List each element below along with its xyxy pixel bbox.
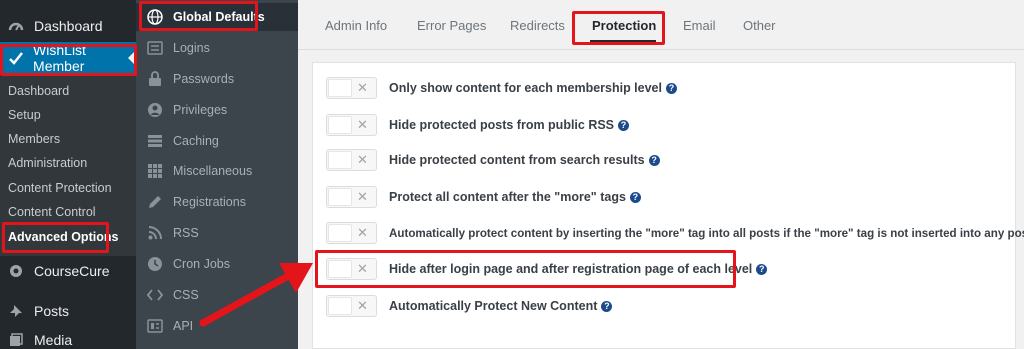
menu-dashboard-label: Dashboard xyxy=(34,18,103,34)
user-icon xyxy=(146,101,164,119)
option-label: Hide protected content from search resul… xyxy=(389,153,660,167)
option-text: Only show content for each membership le… xyxy=(389,81,662,95)
menu-media-label: Media xyxy=(34,332,73,348)
grid-icon xyxy=(146,162,164,180)
submenu-content-protection[interactable]: Content Protection xyxy=(8,179,112,197)
help-icon[interactable]: ? xyxy=(618,120,630,132)
menu-dashboard[interactable]: Dashboard xyxy=(0,11,136,41)
nav-registrations[interactable]: Registrations xyxy=(136,188,298,216)
option-label: Hide protected posts from public RSS? xyxy=(389,118,630,132)
menu-posts[interactable]: Posts xyxy=(0,296,136,326)
option-row: ✕ Protect all content after the "more" t… xyxy=(326,184,641,210)
tab-email[interactable]: Email xyxy=(683,18,716,38)
dashboard-icon xyxy=(6,16,26,36)
nav-label: Privileges xyxy=(173,103,228,117)
toggle-knob xyxy=(328,116,352,134)
submenu-content-control[interactable]: Content Control xyxy=(8,203,96,221)
option-text: Hide protected content from search resul… xyxy=(389,153,645,167)
pencil-icon xyxy=(146,193,164,211)
nav-label: Miscellaneous xyxy=(173,164,253,178)
option-row: ✕ Automatically protect content by inser… xyxy=(326,220,1024,246)
help-icon[interactable]: ? xyxy=(648,155,660,167)
nav-label: Caching xyxy=(173,134,219,148)
toggle-off-icon: ✕ xyxy=(357,225,368,240)
pushpin-icon xyxy=(6,301,26,321)
option-label: Protect all content after the "more" tag… xyxy=(389,190,641,204)
rss-icon xyxy=(146,224,164,242)
tab-other[interactable]: Other xyxy=(743,18,776,38)
login-icon xyxy=(146,39,164,57)
option-row: ✕ Hide protected posts from public RSS? xyxy=(326,112,630,138)
toggle-off-icon: ✕ xyxy=(357,80,368,95)
option-label: Only show content for each membership le… xyxy=(389,81,677,95)
toggle-knob xyxy=(328,188,352,206)
nav-label: Registrations xyxy=(173,195,246,209)
toggle-off-icon: ✕ xyxy=(357,189,368,204)
nav-label: Logins xyxy=(173,41,210,55)
option-text: Hide protected posts from public RSS xyxy=(389,118,615,132)
toggle-knob xyxy=(328,224,352,242)
option-row: ✕ Hide protected content from search res… xyxy=(326,147,660,173)
option-label: Automatically protect content by inserti… xyxy=(389,227,1024,240)
database-icon xyxy=(146,132,164,150)
submenu-setup[interactable]: Setup xyxy=(8,106,41,124)
option-text: Automatically Protect New Content xyxy=(389,299,598,313)
toggle-off-icon: ✕ xyxy=(357,117,368,132)
help-icon[interactable]: ? xyxy=(601,301,613,313)
coursecure-icon xyxy=(6,261,26,281)
nav-rss[interactable]: RSS xyxy=(136,219,298,247)
code-icon xyxy=(146,286,164,304)
nav-logins[interactable]: Logins xyxy=(136,34,298,62)
nav-passwords[interactable]: Passwords xyxy=(136,65,298,93)
submenu-administration[interactable]: Administration xyxy=(8,154,87,172)
tab-error-pages[interactable]: Error Pages xyxy=(417,18,486,38)
nav-label: RSS xyxy=(173,226,199,240)
clock-icon xyxy=(146,255,164,273)
nav-caching[interactable]: Caching xyxy=(136,127,298,155)
menu-coursecure[interactable]: CourseCure xyxy=(0,256,136,286)
pointer-arrow-icon xyxy=(199,263,313,327)
nav-label: Passwords xyxy=(173,72,235,86)
toggle-knob xyxy=(328,297,352,315)
option-toggle[interactable]: ✕ xyxy=(326,114,377,136)
option-text: Protect all content after the "more" tag… xyxy=(389,190,626,204)
option-toggle[interactable]: ✕ xyxy=(326,77,377,99)
menu-media[interactable]: Media xyxy=(0,325,136,349)
option-row: ✕ Only show content for each membership … xyxy=(326,75,677,101)
option-toggle[interactable]: ✕ xyxy=(326,149,377,171)
toggle-knob xyxy=(328,151,352,169)
option-text: Automatically protect content by inserti… xyxy=(389,226,1024,240)
option-toggle[interactable]: ✕ xyxy=(326,222,377,244)
highlight-advanced-options xyxy=(2,222,109,253)
option-toggle[interactable]: ✕ xyxy=(326,186,377,208)
menu-coursecure-label: CourseCure xyxy=(34,263,110,279)
highlight-global-defaults xyxy=(139,1,258,31)
submenu-members[interactable]: Members xyxy=(8,130,60,148)
help-icon[interactable]: ? xyxy=(629,192,641,204)
media-icon xyxy=(6,330,26,349)
option-toggle[interactable]: ✕ xyxy=(326,295,377,317)
help-icon[interactable]: ? xyxy=(756,264,768,276)
nav-label: API xyxy=(173,319,194,333)
api-icon xyxy=(146,317,164,335)
highlight-protection-tab xyxy=(572,11,665,45)
submenu-dashboard[interactable]: Dashboard xyxy=(8,82,69,100)
toggle-knob xyxy=(328,79,352,97)
option-row: ✕ Automatically Protect New Content? xyxy=(326,293,613,319)
lock-icon xyxy=(146,70,164,88)
option-label: Automatically Protect New Content? xyxy=(389,299,613,313)
help-icon[interactable]: ? xyxy=(666,83,677,95)
menu-posts-label: Posts xyxy=(34,303,70,319)
highlight-wishlist-member xyxy=(0,44,137,76)
tab-redirects[interactable]: Redirects xyxy=(510,18,565,38)
nav-miscellaneous[interactable]: Miscellaneous xyxy=(136,157,298,185)
highlight-hide-login-option xyxy=(315,250,736,288)
nav-privileges[interactable]: Privileges xyxy=(136,96,298,124)
tab-admin-info[interactable]: Admin Info xyxy=(325,18,387,38)
toggle-off-icon: ✕ xyxy=(357,298,368,313)
toggle-off-icon: ✕ xyxy=(357,152,368,167)
